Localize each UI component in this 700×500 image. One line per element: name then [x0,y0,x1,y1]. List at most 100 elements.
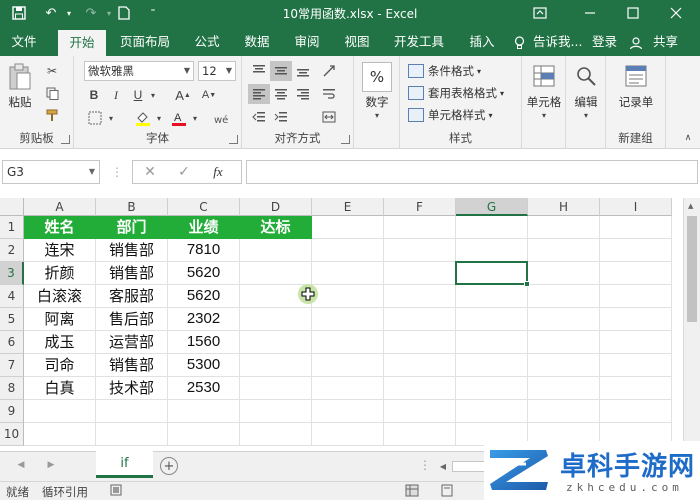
cell-I1[interactable] [600,216,672,239]
cell-A6[interactable]: 成玉 [24,331,96,354]
cell-D8[interactable] [240,377,312,400]
new-file-icon[interactable] [113,3,135,23]
column-header[interactable]: G [456,198,528,216]
phonetic-icon[interactable]: wén [210,108,232,128]
cell-G5[interactable] [456,308,528,331]
scrollbar-thumb[interactable] [687,216,697,322]
cell-F9[interactable] [384,400,456,423]
cell-D6[interactable] [240,331,312,354]
share-button[interactable]: 共享 [653,27,678,56]
cell-E10[interactable] [312,423,384,446]
row-header[interactable]: 4 [0,285,24,308]
underline-dropdown-icon[interactable]: ▾ [148,85,158,105]
cell-H4[interactable] [528,285,600,308]
row-header[interactable]: 8 [0,377,24,400]
undo-dropdown-icon[interactable]: ▾ [58,3,80,23]
save-icon[interactable] [8,3,30,23]
cell-D1[interactable]: 达标 [240,216,312,239]
cell-F6[interactable] [384,331,456,354]
cell-C3[interactable]: 5620 [168,262,240,285]
cell-A4[interactable]: 白滚滚 [24,285,96,308]
row-header[interactable]: 6 [0,331,24,354]
cell-B9[interactable] [96,400,168,423]
formula-input[interactable] [246,160,698,184]
borders-icon[interactable] [84,108,106,128]
cell-B2[interactable]: 销售部 [96,239,168,262]
record-form-button[interactable]: 记录单 [606,94,666,110]
row-header[interactable]: 1 [0,216,24,239]
page-layout-view-icon[interactable] [440,484,454,497]
row-header[interactable]: 10 [0,423,24,446]
column-header[interactable]: B [96,198,168,216]
cell-styles-button[interactable]: 单元格样式 ▾ [408,105,493,125]
increase-font-icon[interactable]: A ▲ [172,85,194,105]
cell-E1[interactable] [312,216,384,239]
cell-I5[interactable] [600,308,672,331]
cells-dropdown-icon[interactable]: ▾ [538,110,550,120]
cell-A8[interactable]: 白真 [24,377,96,400]
cell-F2[interactable] [384,239,456,262]
font-color-icon[interactable]: A [168,108,190,128]
cell-D3[interactable] [240,262,312,285]
sign-in-link[interactable]: 登录 [592,27,617,56]
row-header[interactable]: 5 [0,308,24,331]
cell-G7[interactable] [456,354,528,377]
cell-C9[interactable] [168,400,240,423]
scroll-up-icon[interactable]: ▲ [688,202,693,210]
font-size-select[interactable]: 12 ▼ [198,61,236,81]
cell-E3[interactable] [312,262,384,285]
cell-F10[interactable] [384,423,456,446]
cell-I7[interactable] [600,354,672,377]
cell-G8[interactable] [456,377,528,400]
align-top-icon[interactable] [248,61,270,81]
cell-B1[interactable]: 部门 [96,216,168,239]
cell-B6[interactable]: 运营部 [96,331,168,354]
cell-H3[interactable] [528,262,600,285]
cell-E8[interactable] [312,377,384,400]
cell-H5[interactable] [528,308,600,331]
cell-E2[interactable] [312,239,384,262]
decrease-font-icon[interactable]: A ▼ [198,85,220,105]
cell-C5[interactable]: 2302 [168,308,240,331]
cell-D7[interactable] [240,354,312,377]
customize-toolbar-icon[interactable]: ⁼ [142,3,164,23]
paste-button[interactable]: 粘贴 [5,94,35,110]
cell-I8[interactable] [600,377,672,400]
cell-E5[interactable] [312,308,384,331]
align-left-icon[interactable] [248,84,270,104]
italic-icon[interactable]: I [106,85,126,105]
cell-C2[interactable]: 7810 [168,239,240,262]
decrease-indent-icon[interactable] [248,107,270,127]
cell-G2[interactable] [456,239,528,262]
cell-G4[interactable] [456,285,528,308]
font-launcher-icon[interactable] [229,135,238,144]
enter-icon[interactable]: ✓ [167,164,201,180]
cell-H2[interactable] [528,239,600,262]
conditional-format-button[interactable]: 条件格式 ▾ [408,61,481,81]
cell-A2[interactable]: 连宋 [24,239,96,262]
borders-dropdown-icon[interactable]: ▾ [106,108,116,128]
cell-B10[interactable] [96,423,168,446]
fill-color-dropdown-icon[interactable]: ▾ [154,108,164,128]
find-icon[interactable] [573,62,599,90]
cell-F1[interactable] [384,216,456,239]
column-header[interactable]: C [168,198,240,216]
cell-B8[interactable]: 技术部 [96,377,168,400]
cell-G6[interactable] [456,331,528,354]
clipboard-launcher-icon[interactable] [61,135,70,144]
cells-button[interactable]: 单元格 [522,94,566,110]
format-as-table-button[interactable]: 套用表格格式 ▾ [408,83,504,103]
tab-file[interactable]: 文件 [5,27,43,56]
cell-C8[interactable]: 2530 [168,377,240,400]
vertical-scrollbar[interactable]: ▲ [683,198,700,451]
prev-sheet-icon[interactable]: ◀ [14,458,28,472]
cell-D5[interactable] [240,308,312,331]
cell-D9[interactable] [240,400,312,423]
cell-I6[interactable] [600,331,672,354]
font-name-select[interactable]: 微软雅黑 ▼ [84,61,194,81]
formula-bar-splitter[interactable]: ⋮ [111,163,123,181]
align-right-icon[interactable] [292,84,314,104]
format-painter-icon[interactable] [42,106,62,124]
next-sheet-icon[interactable]: ▶ [44,458,58,472]
cell-D10[interactable] [240,423,312,446]
